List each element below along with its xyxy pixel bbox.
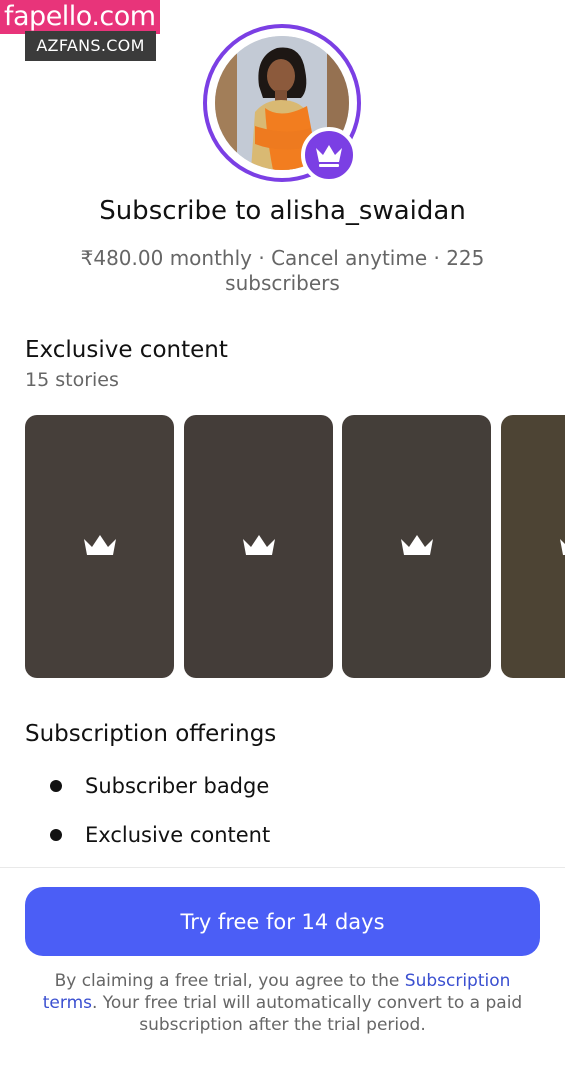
subscription-summary: ₹480.00 monthly · Cancel anytime · 225 s… [80,246,485,295]
story-count: 15 stories [25,369,119,391]
offering-label: Exclusive content [85,823,271,847]
crown-icon [316,145,342,167]
free-trial-button[interactable]: Try free for 14 days [25,887,540,956]
locked-story-tile[interactable] [342,415,491,678]
crown-icon [559,538,565,555]
offering-label: Subscriber badge [85,774,270,798]
bullet-icon [50,780,62,792]
legal-text-end: . Your free trial will automatically con… [91,993,523,1035]
locked-story-tile[interactable] [25,415,174,678]
locked-story-tile[interactable] [184,415,333,678]
crown-icon [400,534,433,555]
bullet-icon [50,829,62,841]
offering-item: Subscriber badge [50,774,269,798]
offering-item: Exclusive content [50,823,270,847]
page-title: Subscribe to alisha_swaidan [99,196,466,226]
watermark-tag: AZFANS.COM [25,31,156,61]
locked-story-tile[interactable] [501,415,565,678]
subscription-offerings-heading: Subscription offerings [25,721,277,747]
legal-disclaimer: By claiming a free trial, you agree to t… [30,970,535,1036]
divider [0,867,565,868]
crown-icon [242,534,275,555]
locked-stories-carousel[interactable] [25,415,565,678]
subscriber-crown-badge [301,127,357,183]
watermark-site: fapello.com [0,0,160,34]
legal-text-start: By claiming a free trial, you agree to t… [54,971,405,991]
crown-icon [83,534,116,555]
exclusive-content-heading: Exclusive content [25,337,228,363]
